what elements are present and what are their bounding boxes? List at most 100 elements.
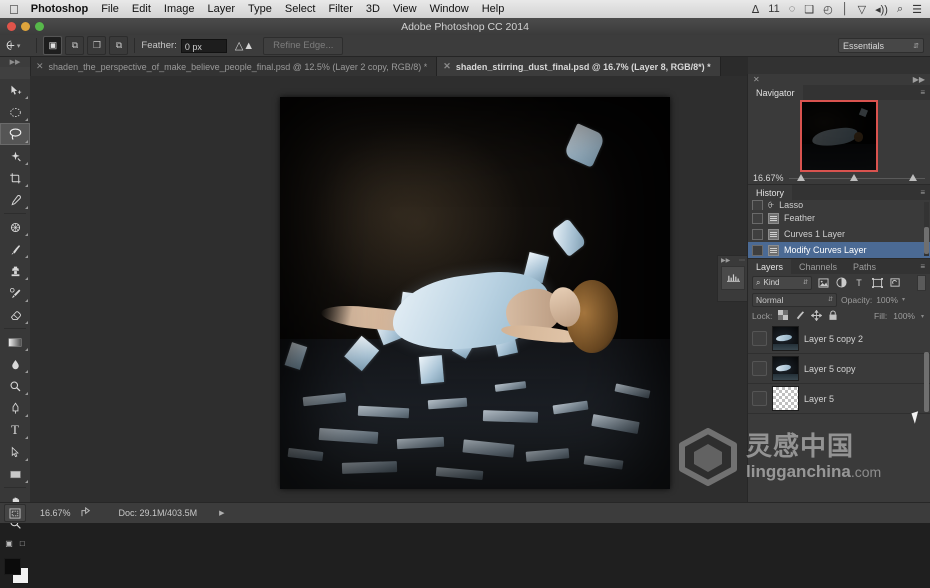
tools-panel-grip[interactable]: ▶▶ bbox=[0, 57, 30, 67]
layer-row[interactable]: Layer 5 copy bbox=[748, 354, 930, 384]
layer-row[interactable]: Layer 5 bbox=[748, 384, 930, 414]
history-snapshot-box[interactable] bbox=[752, 228, 763, 240]
history-state-row[interactable]: Curves 1 Layer bbox=[748, 226, 930, 242]
eraser-tool[interactable] bbox=[0, 304, 30, 326]
navigator-zoom-value[interactable]: 16.67% bbox=[753, 173, 784, 183]
gradient-tool[interactable] bbox=[0, 331, 30, 353]
collapse-icon[interactable]: ▶▶ bbox=[913, 75, 925, 84]
rectangle-tool[interactable] bbox=[0, 463, 30, 485]
layer-thumbnail[interactable] bbox=[772, 326, 799, 351]
filter-adjustment-icon[interactable] bbox=[834, 276, 848, 290]
current-tool-preset[interactable]: ⨭ ▾ bbox=[6, 38, 20, 54]
zoom-in-icon[interactable] bbox=[908, 174, 917, 181]
collapsed-dock-grip[interactable]: ▶▶ ⋯ bbox=[718, 256, 748, 264]
layer-name[interactable]: Layer 5 bbox=[804, 394, 834, 404]
layer-row[interactable]: Layer 5 copy 2 bbox=[748, 324, 930, 354]
clone-stamp-tool[interactable] bbox=[0, 260, 30, 282]
zoom-out-icon[interactable] bbox=[796, 174, 805, 181]
slider-handle[interactable] bbox=[849, 174, 858, 181]
history-snapshot-box[interactable] bbox=[752, 212, 763, 224]
tab-paths[interactable]: Paths bbox=[845, 259, 885, 274]
history-state-list[interactable]: ⨭ Lasso Feather Curves 1 Layer Modify Cu bbox=[748, 200, 930, 258]
menu-item-file[interactable]: File bbox=[101, 3, 119, 15]
time-machine-icon[interactable]: ◴ bbox=[823, 3, 833, 16]
menu-item-image[interactable]: Image bbox=[164, 3, 195, 15]
pen-tool[interactable] bbox=[0, 397, 30, 419]
blur-tool[interactable] bbox=[0, 353, 30, 375]
panel-menu-icon[interactable]: ≡ bbox=[920, 262, 925, 271]
chevron-down-icon[interactable]: ▾ bbox=[902, 296, 905, 303]
navigator-preview[interactable] bbox=[748, 100, 930, 172]
tab-navigator[interactable]: Navigator bbox=[748, 85, 803, 100]
crop-tool[interactable] bbox=[0, 167, 30, 189]
screen-mode-icon[interactable] bbox=[4, 504, 26, 522]
menu-item-select[interactable]: Select bbox=[285, 3, 316, 15]
brush-tool[interactable] bbox=[0, 238, 30, 260]
document-canvas[interactable] bbox=[280, 97, 670, 489]
filter-type-icon[interactable]: T bbox=[852, 276, 866, 290]
panel-menu-icon[interactable]: ≡ bbox=[920, 188, 925, 197]
refine-edge-button[interactable]: Refine Edge... bbox=[263, 36, 344, 55]
battery-count[interactable]: 11 bbox=[768, 3, 779, 15]
lock-position-icon[interactable] bbox=[810, 309, 823, 323]
lasso-tool[interactable] bbox=[0, 123, 30, 145]
history-state-row[interactable]: ⨭ Lasso bbox=[748, 200, 930, 210]
menu-item-window[interactable]: Window bbox=[430, 3, 469, 15]
document-tab-1[interactable]: ✕ shaden_the_perspective_of_make_believe… bbox=[30, 57, 438, 76]
history-brush-tool[interactable] bbox=[0, 282, 30, 304]
move-tool[interactable] bbox=[0, 79, 30, 101]
lock-all-icon[interactable] bbox=[828, 309, 838, 323]
bluetooth-icon[interactable]: ◌ bbox=[789, 3, 796, 15]
new-selection-button[interactable]: ▣ bbox=[43, 36, 63, 55]
blend-mode-select[interactable]: Normal ⇵ bbox=[752, 292, 837, 307]
lock-image-pixels-icon[interactable] bbox=[794, 310, 805, 322]
layers-scrollbar[interactable] bbox=[924, 352, 929, 412]
workspace-selector[interactable]: Essentials ⇵ bbox=[838, 38, 924, 53]
quick-selection-tool[interactable] bbox=[0, 145, 30, 167]
filter-pixel-icon[interactable] bbox=[816, 276, 830, 290]
history-snapshot-box[interactable] bbox=[752, 244, 763, 256]
history-snapshot-box[interactable] bbox=[752, 200, 763, 210]
display-icon[interactable]: ❑ bbox=[804, 3, 814, 16]
document-tab-2[interactable]: ✕ shaden_stirring_dust_final.psd @ 16.7%… bbox=[437, 57, 721, 76]
path-selection-tool[interactable] bbox=[0, 441, 30, 463]
anti-alias-icon[interactable]: △▲ bbox=[235, 39, 254, 52]
menu-item-3d[interactable]: 3D bbox=[366, 3, 380, 15]
layer-filter-kind-select[interactable]: ⌕ Kind ⇵ bbox=[752, 275, 812, 290]
tab-channels[interactable]: Channels bbox=[791, 259, 846, 274]
type-tool[interactable]: T bbox=[0, 419, 30, 441]
layer-thumbnail[interactable] bbox=[772, 356, 799, 381]
layer-name[interactable]: Layer 5 copy 2 bbox=[804, 334, 863, 344]
opacity-value[interactable]: 100% bbox=[876, 295, 898, 305]
layer-thumbnail-transparent[interactable] bbox=[772, 386, 799, 411]
tab-layers[interactable]: Layers bbox=[748, 259, 792, 274]
layer-visibility-toggle[interactable] bbox=[752, 361, 767, 376]
filter-smart-object-icon[interactable] bbox=[888, 276, 902, 290]
history-state-row[interactable]: Feather bbox=[748, 210, 930, 226]
menu-item-type[interactable]: Type bbox=[248, 3, 272, 15]
status-expand-arrow[interactable]: ▶ bbox=[219, 509, 224, 517]
menu-item-view[interactable]: View bbox=[393, 3, 417, 15]
intersect-selection-button[interactable]: ⧉ bbox=[109, 36, 129, 55]
status-zoom-value[interactable]: 16.67% bbox=[40, 508, 71, 518]
lock-transparent-pixels-icon[interactable] bbox=[778, 310, 789, 322]
navigator-thumbnail[interactable] bbox=[800, 100, 878, 172]
subtract-from-selection-button[interactable]: ❒ bbox=[87, 36, 107, 55]
menu-item-help[interactable]: Help bbox=[482, 3, 505, 15]
layer-visibility-toggle[interactable] bbox=[752, 331, 767, 346]
navigator-zoom-slider[interactable] bbox=[788, 174, 925, 182]
filter-toggle-switch[interactable] bbox=[917, 274, 926, 291]
screen-mode-icon[interactable]: □ bbox=[20, 539, 25, 548]
battery-icon[interactable]: │ bbox=[842, 3, 849, 15]
eyedropper-tool[interactable] bbox=[0, 189, 30, 211]
chevron-down-icon[interactable]: ▾ bbox=[921, 313, 924, 320]
layer-name[interactable]: Layer 5 copy bbox=[804, 364, 856, 374]
feather-input[interactable]: 0 px bbox=[180, 38, 227, 53]
history-scrollbar[interactable] bbox=[924, 202, 929, 256]
adjustments-panel-icon[interactable] bbox=[721, 266, 745, 290]
menu-item-edit[interactable]: Edit bbox=[132, 3, 151, 15]
spotlight-icon[interactable]: ⌕ bbox=[897, 3, 903, 16]
panel-menu-icon[interactable]: ≡ bbox=[920, 88, 925, 97]
wifi-icon[interactable]: ▽ bbox=[858, 3, 866, 16]
close-icon[interactable]: ✕ bbox=[443, 61, 451, 72]
